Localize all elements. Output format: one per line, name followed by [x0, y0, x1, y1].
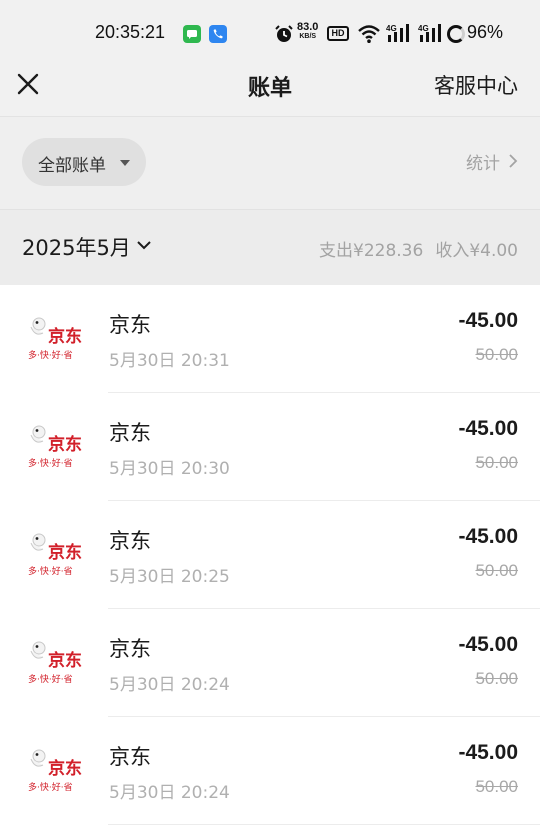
merchant-name: 京东 [109, 637, 151, 661]
jd-logo-text: 京东 [48, 326, 82, 347]
jd-logo-text: 京东 [48, 542, 82, 563]
jd-logo-icon: 京东 多·快·好·省 [28, 317, 82, 361]
bill-filter-label: 全部账单 [38, 156, 106, 176]
merchant-name: 京东 [109, 529, 151, 553]
messages-icon [183, 25, 201, 43]
merchant-name: 京东 [109, 421, 151, 445]
jd-logo-text: 京东 [48, 434, 82, 455]
jd-logo-icon: 京东 多·快·好·省 [28, 641, 82, 685]
original-amount: 50.00 [475, 669, 518, 688]
jd-logo-tagline: 多·快·好·省 [28, 781, 73, 793]
transaction-time: 5月30日 20:30 [109, 459, 230, 479]
phone-icon [209, 25, 227, 43]
merchant-name: 京东 [109, 745, 151, 769]
month-income: 收入¥4.00 [435, 241, 518, 261]
jd-logo-tagline: 多·快·好·省 [28, 349, 73, 361]
status-bar: 20:35:21 83.0 KB/S HD 4G 4G 96% [0, 0, 540, 62]
statistics-button[interactable]: 统计 [466, 149, 500, 174]
original-amount: 50.00 [475, 453, 518, 472]
wifi-icon [358, 25, 380, 43]
alarm-icon [275, 25, 293, 42]
transaction-time: 5月30日 20:31 [109, 351, 230, 371]
divider [108, 824, 540, 825]
jd-logo-icon: 京东 多·快·好·省 [28, 533, 82, 577]
battery-percent: 96% [467, 22, 504, 42]
original-amount: 50.00 [475, 561, 518, 580]
hd-icon: HD [327, 26, 349, 41]
jd-logo-tagline: 多·快·好·省 [28, 457, 73, 469]
original-amount: 50.00 [475, 777, 518, 796]
header: 账单 客服中心 [0, 62, 540, 117]
transaction-amount: -45.00 [458, 417, 518, 440]
signal1-label: 4G [386, 24, 397, 33]
original-amount: 50.00 [475, 345, 518, 364]
transaction-amount: -45.00 [458, 309, 518, 332]
transaction-list: 京东 多·快·好·省 京东 5月30日 20:31 -45.00 50.00 京… [0, 285, 540, 838]
month-summary: 支出¥228.36 收入¥4.00 [319, 236, 518, 261]
month-selector[interactable]: 2025年5月 [22, 232, 131, 262]
transaction-amount: -45.00 [458, 741, 518, 764]
net-speed: 83.0 KB/S [297, 22, 318, 41]
net-speed-unit: KB/S [299, 33, 317, 40]
jd-logo-icon: 京东 多·快·好·省 [28, 749, 82, 793]
jd-logo-text: 京东 [48, 650, 82, 671]
signal-icon: 4G [386, 24, 409, 42]
filter-row: 全部账单 统计 [0, 117, 540, 209]
transaction-amount: -45.00 [458, 525, 518, 548]
bill-filter-dropdown[interactable]: 全部账单 [22, 138, 146, 186]
customer-service-button[interactable]: 客服中心 [434, 70, 518, 100]
signal2-label: 4G [418, 24, 429, 33]
transaction-row[interactable]: 京东 多·快·好·省 京东 5月30日 20:24 -45.00 50.00 [0, 717, 540, 825]
month-expense: 支出¥228.36 [319, 241, 424, 261]
status-time: 20:35:21 [95, 22, 166, 42]
jd-logo-text: 京东 [48, 758, 82, 779]
chevron-right-icon [509, 154, 518, 168]
transaction-row[interactable]: 京东 多·快·好·省 京东 5月30日 20:24 -45.00 50.00 [0, 609, 540, 717]
jd-logo-icon: 京东 多·快·好·省 [28, 425, 82, 469]
transaction-time: 5月30日 20:25 [109, 567, 230, 587]
transaction-time: 5月30日 20:24 [109, 675, 230, 695]
chevron-down-icon[interactable] [136, 239, 152, 251]
jd-logo-tagline: 多·快·好·省 [28, 673, 73, 685]
transaction-amount: -45.00 [458, 633, 518, 656]
merchant-name: 京东 [109, 313, 151, 337]
jd-logo-tagline: 多·快·好·省 [28, 565, 73, 577]
transaction-row[interactable]: 京东 多·快·好·省 京东 5月30日 20:25 -45.00 50.00 [0, 501, 540, 609]
battery-icon [447, 25, 465, 43]
caret-down-icon [120, 160, 130, 166]
signal-icon: 4G [418, 24, 441, 42]
transaction-row[interactable]: 京东 多·快·好·省 京东 5月30日 20:30 -45.00 50.00 [0, 393, 540, 501]
transaction-row[interactable]: 京东 多·快·好·省 京东 5月30日 20:31 -45.00 50.00 [0, 285, 540, 393]
month-row: 2025年5月 支出¥228.36 收入¥4.00 [0, 209, 540, 285]
transaction-time: 5月30日 20:24 [109, 783, 230, 803]
